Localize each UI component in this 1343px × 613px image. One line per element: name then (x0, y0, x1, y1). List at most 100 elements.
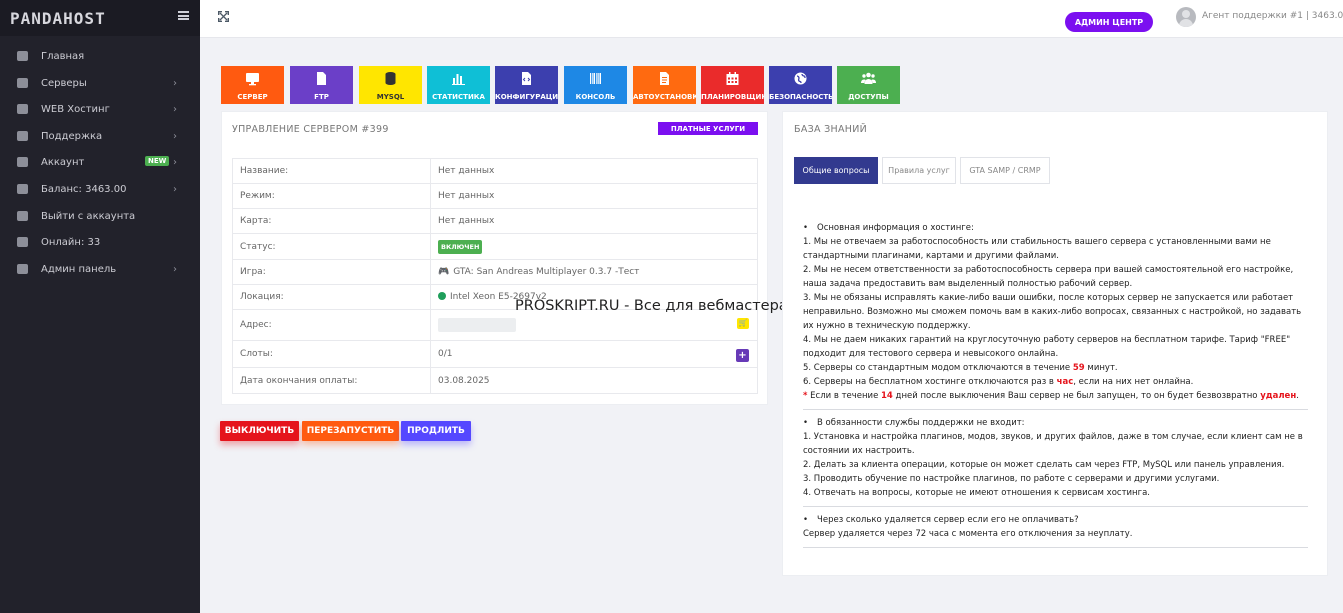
table-row: Карта: Нет данных (232, 208, 758, 234)
row-key: Локация: (232, 284, 431, 310)
brand-logo[interactable]: PANDAHOST (10, 9, 106, 28)
row-key-text: Слоты: (240, 349, 273, 359)
restart-button[interactable]: ПЕРЕЗАПУСТИТЬ (302, 421, 399, 441)
tile-monitor[interactable]: СЕРВЕР (221, 66, 284, 104)
sidebar-item[interactable]: Серверы › (0, 70, 200, 97)
kb-line: 1. Мы не отвечаем за работоспособность и… (803, 237, 1271, 261)
tab-general[interactable]: Общие вопросы (794, 157, 878, 184)
agent-info[interactable]: Агент поддержки #1 | 3463.00 Р (1202, 11, 1343, 21)
knowledge-base-card: БАЗА ЗНАНИЙ Общие вопросы Правила услуг … (782, 111, 1328, 576)
tile-label: СТАТИСТИКА (432, 93, 485, 101)
cart-icon[interactable]: 🛒 (737, 318, 749, 329)
tab-gta[interactable]: GTA SAMP / CRMP (960, 157, 1050, 184)
tile-document[interactable]: АВТОУСТАНОВКА (633, 66, 696, 104)
sidebar-item-label: Админ панель (41, 263, 117, 275)
sidebar-item[interactable]: Баланс: 3463.00 › (0, 176, 200, 203)
users-icon (861, 71, 876, 86)
hdd-icon (17, 104, 28, 115)
menu-toggle-icon[interactable] (178, 11, 189, 20)
tile-globe[interactable]: БЕЗОПАСНОСТЬ (769, 66, 832, 104)
row-key-text: Адрес: (240, 320, 272, 330)
kb-section-hosting: Основная информация о хостинге: 1. Мы не… (803, 215, 1308, 410)
tile-label: КОНСОЛЬ (575, 93, 616, 101)
side-nav: Главная Серверы › WEB Хостинг › Поддержка › Акк… (0, 43, 200, 282)
row-key: Карта: (232, 208, 431, 234)
tile-barcode[interactable]: КОНСОЛЬ (564, 66, 627, 104)
fullscreen-icon[interactable] (218, 11, 229, 22)
barcode-icon (588, 71, 603, 86)
extend-button[interactable]: ПРОДЛИТЬ (401, 421, 471, 441)
sidebar-item[interactable]: Админ панель › (0, 256, 200, 283)
document-icon (657, 71, 672, 86)
tile-bar-chart[interactable]: СТАТИСТИКА (427, 66, 490, 104)
kb-heading: Основная информация о хостинге: (803, 221, 1308, 235)
row-value-cell: Нет данных (430, 208, 758, 234)
row-key: Дата окончания оплаты: (232, 367, 431, 394)
kb-title: БАЗА ЗНАНИЙ (794, 124, 868, 135)
sidebar: PANDAHOST Главная Серверы › WEB Хостинг › Под… (0, 0, 200, 613)
tile-database[interactable]: MYSQL (359, 66, 422, 104)
row-value-cell: 🛒 (430, 309, 758, 341)
row-key: Статус: (232, 233, 431, 260)
tile-calendar[interactable]: ПЛАНИРОВЩИК (701, 66, 764, 104)
gamepad-icon (17, 77, 28, 88)
tile-users[interactable]: ДОСТУПЫ (837, 66, 900, 104)
sidebar-item[interactable]: WEB Хостинг › (0, 96, 200, 123)
kb-line: * Если в течение 14 дней после выключени… (803, 389, 1308, 403)
brand-bar: PANDAHOST (0, 0, 200, 36)
row-value: Нет данных (438, 166, 495, 176)
sidebar-item-label: Баланс: 3463.00 (41, 183, 127, 195)
status-badge: ВКЛЮЧЕН (438, 239, 483, 254)
gear-icon (17, 157, 28, 168)
sidebar-item[interactable]: Аккаунт NEW › (0, 149, 200, 176)
avatar[interactable] (1176, 7, 1196, 27)
sidebar-item-label: Поддержка (41, 130, 103, 142)
kb-line: 5. Серверы со стандартным модом отключаю… (803, 361, 1308, 375)
row-key: Игра: (232, 259, 431, 285)
tab-rules[interactable]: Правила услуг (882, 157, 956, 184)
wallet-icon (17, 183, 28, 194)
kb-highlight: удален (1260, 391, 1297, 401)
row-value-cell: 03.08.2025 (430, 367, 758, 394)
server-title: УПРАВЛЕНИЕ СЕРВЕРОМ #399 (232, 124, 389, 135)
row-value-cell: 🎮 GTA: San Andreas Multiplayer 0.3.7 -Тес… (430, 259, 758, 285)
sidebar-item-label: Главная (41, 51, 85, 62)
table-row: Дата окончания оплаты: 03.08.2025 (232, 367, 758, 394)
sidebar-item[interactable]: Выйти с аккаунта (0, 203, 200, 230)
kb-line: 2. Мы не несем ответственности за работо… (803, 265, 1294, 289)
row-value: Нет данных (438, 216, 495, 226)
chevron-right-icon: › (173, 183, 177, 195)
add-slot-button[interactable]: + (736, 349, 749, 362)
kb-heading: В обязанности службы поддержки не входит… (803, 416, 1308, 430)
kb-text: дней после выключения Ваш сервер не был … (892, 391, 1261, 401)
kb-line: 1. Установка и настройка плагинов, модов… (803, 432, 1303, 456)
row-key-text: Карта: (240, 216, 272, 226)
chevron-right-icon: › (173, 157, 177, 169)
tile-label: СЕРВЕР (237, 93, 268, 101)
address-value[interactable] (438, 318, 516, 332)
globe-icon (17, 263, 28, 274)
row-key-text: Статус: (240, 241, 276, 252)
tile-label: ПЛАНИРОВЩИК (701, 93, 764, 101)
row-value-cell: ВКЛЮЧЕН (430, 233, 758, 260)
kb-line: 6. Серверы на бесплатном хостинге отключ… (803, 375, 1308, 389)
chevron-right-icon: › (173, 130, 177, 142)
sidebar-item[interactable]: Главная (0, 43, 200, 70)
tile-file[interactable]: FTP (290, 66, 353, 104)
slots-value: 0/1 (438, 349, 453, 359)
kb-content: Основная информация о хостинге: 1. Мы не… (803, 215, 1308, 548)
sidebar-item[interactable]: Поддержка › (0, 123, 200, 150)
table-row: Статус: ВКЛЮЧЕН (232, 233, 758, 260)
tile-code-file[interactable]: КОНФИГУРАЦИЯ (495, 66, 558, 104)
gamepad-icon: 🎮 (438, 267, 450, 277)
row-value: Нет данных (438, 191, 495, 201)
power-off-button[interactable]: ВЫКЛЮЧИТЬ (220, 421, 299, 441)
new-badge: NEW (145, 156, 170, 167)
tile-label: КОНФИГУРАЦИЯ (495, 93, 558, 101)
kb-section-support: В обязанности службы поддержки не входит… (803, 410, 1308, 507)
row-value: 03.08.2025 (438, 375, 490, 386)
row-value-cell: Нет данных (430, 183, 758, 209)
paid-services-button[interactable]: ПЛАТНЫЕ УСЛУГИ (658, 122, 758, 135)
sidebar-item[interactable]: Онлайн: 33 (0, 229, 200, 256)
admin-center-button[interactable]: АДМИН ЦЕНТР (1065, 12, 1153, 32)
